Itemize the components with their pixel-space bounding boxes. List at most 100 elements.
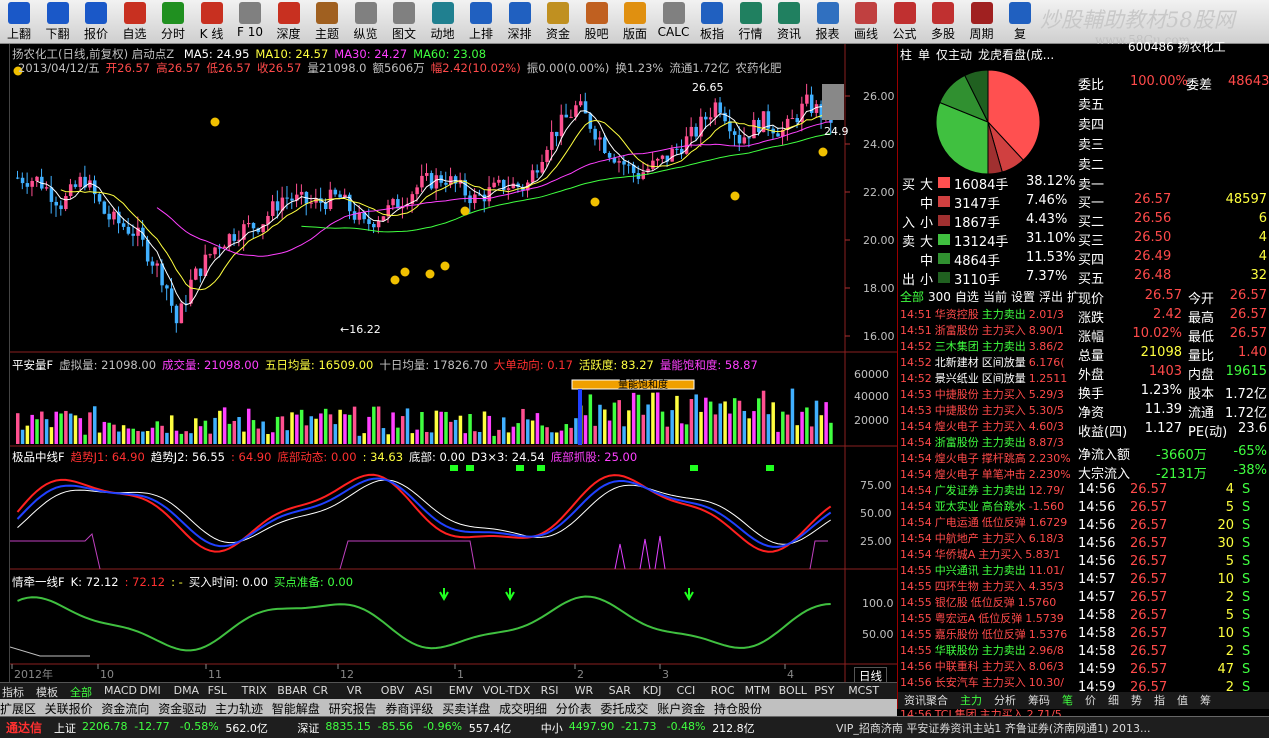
radar-tab[interactable]: 当前 xyxy=(983,290,1007,304)
indicator-tab[interactable]: VR xyxy=(347,684,362,697)
toolbar-button-24[interactable]: 多股 xyxy=(924,1,962,43)
radar-row[interactable]: 14:51 华资控股 主力卖出 2.01/3 xyxy=(900,306,1076,322)
toolbar-button-3[interactable]: 自选 xyxy=(116,1,154,43)
indicator-tab[interactable]: FSL xyxy=(208,684,227,697)
extension-tab[interactable]: 券商评级 xyxy=(385,700,433,717)
radar-tab[interactable]: 浮出 xyxy=(1039,290,1063,304)
right-bottom-tab[interactable]: 分析 xyxy=(994,694,1016,707)
indicator-tab[interactable]: ROC xyxy=(711,684,735,697)
extension-tab[interactable]: 资金驱动 xyxy=(158,700,206,717)
radar-tab[interactable]: 全部 xyxy=(900,290,924,304)
radar-row[interactable]: 14:54 广电运通 低位反弹 1.6729 xyxy=(900,514,1076,530)
extension-tab[interactable]: 关联报价 xyxy=(45,700,93,717)
indicator-tab[interactable]: OBV xyxy=(381,684,404,697)
toolbar-button-16[interactable]: 版面 xyxy=(616,1,654,43)
toolbar-button-23[interactable]: 公式 xyxy=(886,1,924,43)
radar-row[interactable]: 14:56 中联重科 主力买入 8.06/3 xyxy=(900,658,1076,674)
right-bottom-subtab[interactable]: 笔 xyxy=(1062,694,1073,707)
toolbar-button-12[interactable]: 上排 xyxy=(462,1,500,43)
toolbar-button-9[interactable]: 纵览 xyxy=(347,1,385,43)
right-bottom-tab[interactable]: 主力 xyxy=(960,694,982,707)
radar-tab[interactable]: 300 xyxy=(928,290,951,304)
radar-row[interactable]: 14:55 四环生物 主力买入 4.35/3 xyxy=(900,578,1076,594)
toolbar-button-22[interactable]: 画线 xyxy=(847,1,885,43)
extension-tab[interactable]: 买卖详盘 xyxy=(442,700,490,717)
extension-tab[interactable]: 分价表 xyxy=(556,700,592,717)
right-bottom-subtab[interactable]: 指 xyxy=(1154,694,1165,707)
right-header-tab[interactable]: 单 xyxy=(918,48,930,62)
indicator-tab[interactable]: BOLL xyxy=(779,684,807,697)
toolbar-button-5[interactable]: K 线 xyxy=(193,1,231,43)
extension-tab[interactable]: 扩展区 xyxy=(0,700,36,717)
radar-row[interactable]: 14:52 景兴纸业 区间放量 1.2511 xyxy=(900,370,1076,386)
indicator-tab[interactable]: SAR xyxy=(609,684,631,697)
indicator-tab[interactable]: MCST xyxy=(848,684,879,697)
radar-row[interactable]: 14:54 煌火电子 撑杆跳高 2.230% xyxy=(900,450,1076,466)
toolbar-button-26[interactable]: 复 xyxy=(1001,1,1039,43)
toolbar-button-13[interactable]: 深排 xyxy=(501,1,539,43)
toolbar-button-19[interactable]: 行情 xyxy=(732,1,770,43)
right-bottom-subtab[interactable]: 筹 xyxy=(1200,694,1211,707)
indicator-tab[interactable]: MACD xyxy=(104,684,137,697)
radar-row[interactable]: 14:52 北新建材 区间放量 6.176( xyxy=(900,354,1076,370)
indicator-tab[interactable]: TRIX xyxy=(242,684,267,697)
toolbar-button-4[interactable]: 分时 xyxy=(154,1,192,43)
kline-chart-area[interactable]: 26.00 24.00 22.00 20.00 18.00 16.00 60000 40000… xyxy=(10,44,897,685)
toolbar-button-7[interactable]: 深度 xyxy=(270,1,308,43)
radar-row[interactable]: 14:55 华联股份 主力卖出 2.96/8 xyxy=(900,642,1076,658)
radar-row[interactable]: 14:53 中捷股份 主力买入 5.30/5 xyxy=(900,402,1076,418)
extension-tab[interactable]: 持仓股份 xyxy=(714,700,762,717)
right-header-tab[interactable]: 龙虎看盘(成... xyxy=(978,48,1054,62)
toolbar-button-6[interactable]: F 10 xyxy=(231,1,269,43)
toolbar-button-11[interactable]: 动地 xyxy=(424,1,462,43)
radar-row[interactable]: 14:51 浙富股份 主力买入 8.90/1 xyxy=(900,322,1076,338)
toolbar-button-1[interactable]: 下翻 xyxy=(39,1,77,43)
extension-tab[interactable]: 账户资金 xyxy=(657,700,705,717)
right-bottom-subtab[interactable]: 值 xyxy=(1177,694,1188,707)
toolbar-button-8[interactable]: 主题 xyxy=(308,1,346,43)
radar-tab[interactable]: 设置 xyxy=(1011,290,1035,304)
toolbar-button-10[interactable]: 图文 xyxy=(385,1,423,43)
extension-tab[interactable]: 智能解盘 xyxy=(272,700,320,717)
indicator-tab[interactable]: 模板 xyxy=(36,684,58,700)
toolbar-button-2[interactable]: 报价 xyxy=(77,1,115,43)
radar-row[interactable]: 14:55 中兴通讯 主力卖出 11.01/ xyxy=(900,562,1076,578)
radar-row[interactable]: 14:55 嘉乐股份 低位反弹 1.5376 xyxy=(900,626,1076,642)
radar-row[interactable]: 14:54 中航地产 主力买入 6.18/3 xyxy=(900,530,1076,546)
radar-tab[interactable]: 扩 xyxy=(1067,290,1079,304)
indicator-tab[interactable]: CCI xyxy=(677,684,696,697)
indicator-tab[interactable]: MTM xyxy=(745,684,771,697)
toolbar-button-15[interactable]: 股吧 xyxy=(578,1,616,43)
radar-row[interactable]: 14:54 煌火电子 单笔冲击 2.230% xyxy=(900,466,1076,482)
extension-tab[interactable]: 资金流向 xyxy=(101,700,149,717)
indicator-tab[interactable]: 全部 xyxy=(70,684,92,700)
radar-row[interactable]: 14:53 中捷股份 主力买入 5.29/3 xyxy=(900,386,1076,402)
indicator-tab[interactable]: CR xyxy=(313,684,328,697)
right-bottom-tab[interactable]: 资讯聚合 xyxy=(904,694,948,707)
extension-tab[interactable]: 委托成交 xyxy=(600,700,648,717)
indicator-tab[interactable]: VOL-TDX xyxy=(483,684,531,697)
toolbar-button-21[interactable]: 报表 xyxy=(809,1,847,43)
indicator-tab[interactable]: WR xyxy=(575,684,594,697)
indicator-tab[interactable]: KDJ xyxy=(643,684,662,697)
toolbar-button-20[interactable]: 资讯 xyxy=(770,1,808,43)
radar-row[interactable]: 14:54 亚太实业 高台跳水 -1.560 xyxy=(900,498,1076,514)
extension-tab[interactable]: 研究报告 xyxy=(329,700,377,717)
radar-row[interactable]: 14:54 煌火电子 主力买入 4.60/3 xyxy=(900,418,1076,434)
indicator-tab[interactable]: DMA xyxy=(174,684,200,697)
extension-tab[interactable]: 成交明细 xyxy=(499,700,547,717)
radar-row[interactable]: 14:56 长安汽车 主力买入 10.30/ xyxy=(900,674,1076,690)
right-bottom-subtab[interactable]: 势 xyxy=(1131,694,1142,707)
right-bottom-subtab[interactable]: 细 xyxy=(1108,694,1119,707)
right-header-tab[interactable]: 柱 xyxy=(900,48,912,62)
radar-row[interactable]: 14:55 银亿股 低位反弹 1.5760 xyxy=(900,594,1076,610)
radar-row[interactable]: 14:52 三木集团 主力卖出 3.86/2 xyxy=(900,338,1076,354)
toolbar-button-14[interactable]: 资金 xyxy=(539,1,577,43)
indicator-tab[interactable]: DMI xyxy=(140,684,161,697)
right-header-tab[interactable]: 仅主动 xyxy=(936,48,972,62)
radar-row[interactable]: 14:54 华侨城A 主力买入 5.83/1 xyxy=(900,546,1076,562)
radar-row[interactable]: 14:54 浙富股份 主力卖出 8.87/3 xyxy=(900,434,1076,450)
indicator-tab[interactable]: EMV xyxy=(449,684,473,697)
radar-tab[interactable]: 自选 xyxy=(955,290,979,304)
toolbar-button-25[interactable]: 周期 xyxy=(963,1,1001,43)
